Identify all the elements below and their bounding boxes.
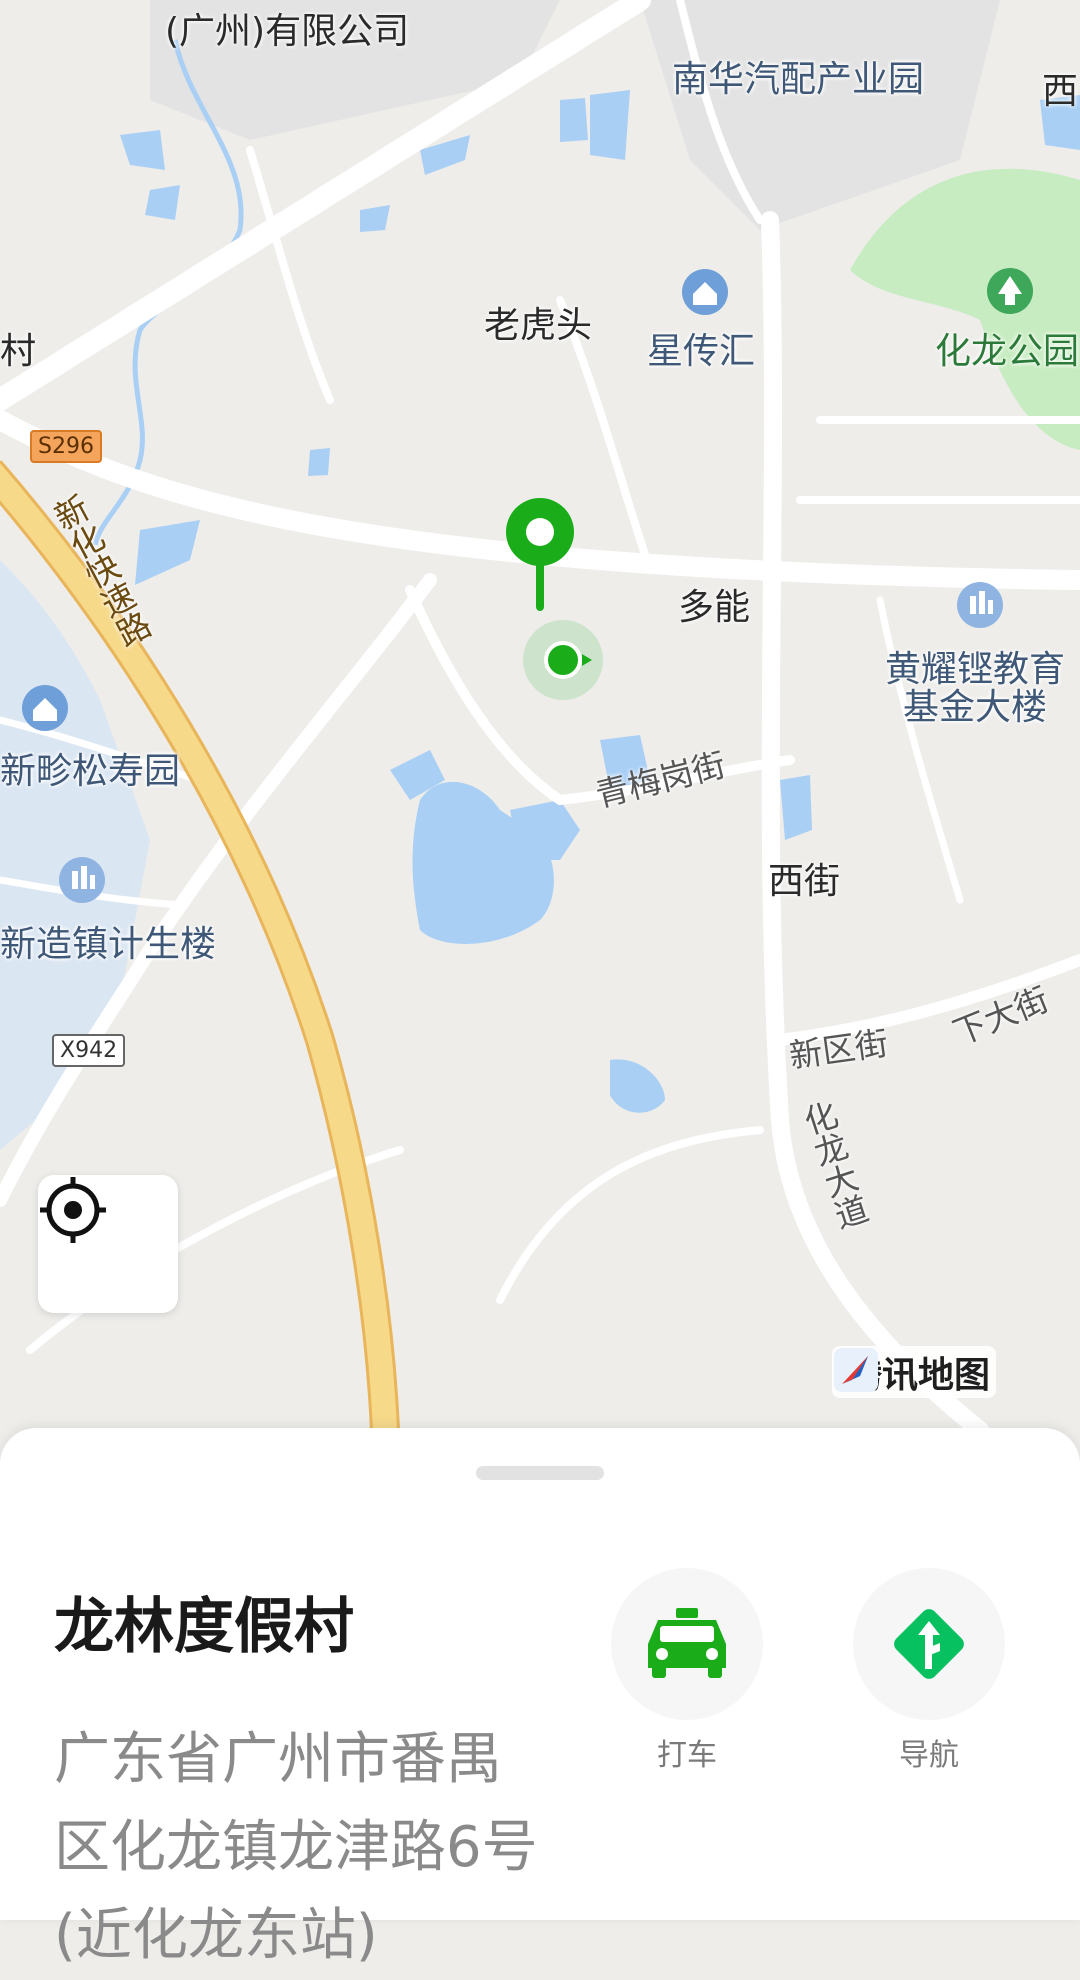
map-label-nanhua: 南华汽配产业园 <box>672 59 925 100</box>
road-shield-x942: X942 <box>52 1034 126 1067</box>
building-icon <box>59 857 105 903</box>
map-label-huangyao-2: 基金大楼 <box>903 687 1048 728</box>
navigation-button-circle[interactable] <box>853 1568 1005 1720</box>
sheet-drag-handle[interactable] <box>476 1466 604 1480</box>
road-shield-s296: S296 <box>30 430 102 463</box>
tencent-map-logo-icon <box>834 1348 878 1392</box>
tree-icon <box>987 268 1033 314</box>
navigation-icon <box>894 1609 964 1679</box>
taxi-button-circle[interactable] <box>611 1568 763 1720</box>
map-label-xinpang: 新畛松寿园 <box>0 751 181 792</box>
locate-crosshair-icon <box>40 1177 106 1243</box>
map-label-duoneng: 多能 <box>678 587 751 628</box>
place-title: 龙林度假村 <box>54 1592 354 1662</box>
taxi-label: 打车 <box>657 1738 717 1773</box>
place-detail-sheet: 龙林度假村 广东省广州市番禺区化龙镇龙津路6号(近化龙东站) 打车 导航 <box>0 1428 1080 1968</box>
taxi-icon <box>648 1608 726 1678</box>
current-location-icon <box>523 620 603 700</box>
map-label-xingchuanhui: 星传汇 <box>647 331 756 372</box>
map-view[interactable]: (广州)有限公司 南华汽配产业园 西 老虎头 星传汇 化龙公园 村 多能 黄耀铿… <box>0 0 1080 1430</box>
building-icon <box>957 582 1003 628</box>
map-label-hualong-park: 化龙公园 <box>935 331 1080 372</box>
map-label-company: (广州)有限公司 <box>165 11 410 52</box>
place-address: 广东省广州市番禺区化龙镇龙津路6号(近化龙东站) <box>54 1727 538 1968</box>
map-label-jisheng: 新造镇计生楼 <box>0 924 217 965</box>
map-label-laohutou: 老虎头 <box>484 305 593 346</box>
map-label-cun: 村 <box>0 331 37 372</box>
house-icon <box>22 685 68 731</box>
map-provider-logo: 腾讯地图 <box>832 1346 997 1398</box>
map-label-xi-edge: 西 <box>1042 71 1079 112</box>
locate-button[interactable] <box>38 1175 178 1313</box>
taxi-button[interactable]: 打车 <box>611 1568 763 1774</box>
map-label-xijie: 西街 <box>768 861 841 902</box>
navigation-button[interactable]: 导航 <box>853 1568 1005 1774</box>
navigation-label: 导航 <box>899 1738 959 1773</box>
house-icon <box>682 269 728 315</box>
